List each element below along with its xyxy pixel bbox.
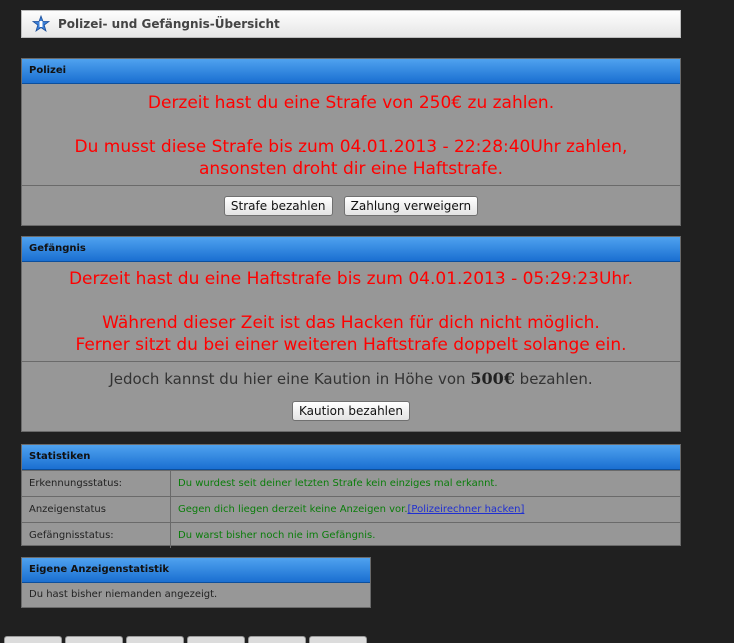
page-header: Polizei- und Gefängnis-Übersicht	[21, 10, 681, 38]
prison-status-label: Gefängnisstatus:	[22, 522, 171, 548]
table-row: Erkennungsstatus: Du wurdest seit deiner…	[22, 470, 680, 497]
reports-status-label: Anzeigenstatus	[22, 496, 171, 523]
prison-panel-heading: Gefängnis	[22, 237, 680, 262]
own-reports-text: Du hast bisher niemanden angezeigt.	[29, 589, 218, 600]
police-panel-heading: Polizei	[22, 59, 680, 84]
detection-status-value: Du wurdest seit deiner letzten Strafe ke…	[170, 470, 680, 497]
fine-warning-text: ansonsten droht dir eine Haftstrafe.	[198, 159, 504, 179]
stats-panel: Statistiken Erkennungsstatus: Du wurdest…	[21, 444, 681, 548]
bottom-tab-bar	[0, 636, 734, 643]
stats-panel-heading: Statistiken	[22, 445, 680, 470]
prison-panel: Gefängnis Derzeit hast du eine Haftstraf…	[21, 236, 681, 432]
hacking-blocked-text: Während dieser Zeit ist das Hacken für d…	[102, 313, 600, 333]
pay-fine-button[interactable]: Strafe bezahlen	[223, 196, 333, 216]
bottom-tab[interactable]	[4, 636, 62, 643]
fine-amount-text: Derzeit hast du eine Strafe von 250€ zu …	[147, 93, 555, 113]
bottom-tab[interactable]	[126, 636, 184, 643]
hack-police-computer-link[interactable]: [Polizeirechner hacken]	[408, 504, 525, 515]
detection-status-label: Erkennungsstatus:	[22, 470, 171, 497]
double-sentence-text: Ferner sitzt du bei einer weiteren Hafts…	[75, 335, 627, 355]
police-panel: Polizei Derzeit hast du eine Strafe von …	[21, 58, 681, 226]
police-message: Derzeit hast du eine Strafe von 250€ zu …	[22, 84, 680, 180]
bail-text-before: Jedoch kannst du hier eine Kaution in Hö…	[109, 370, 466, 388]
bail-text-after: bezahlen.	[519, 370, 593, 388]
bottom-tab[interactable]	[187, 636, 245, 643]
table-row: Anzeigenstatus Gegen dich liegen derzeit…	[22, 496, 680, 523]
reports-status-cell: Gegen dich liegen derzeit keine Anzeigen…	[170, 496, 680, 523]
own-reports-panel: Eigene Anzeigenstatistik Du hast bisher …	[21, 557, 371, 608]
prison-message: Derzeit hast du eine Haftstrafe bis zum …	[22, 262, 680, 356]
prison-status-value: Du warst bisher noch nie im Gefängnis.	[170, 522, 680, 548]
fine-deadline-text: Du musst diese Strafe bis zum 04.01.2013…	[74, 137, 628, 157]
own-reports-heading: Eigene Anzeigenstatistik	[22, 558, 370, 583]
bottom-tab[interactable]	[309, 636, 367, 643]
refuse-payment-button[interactable]: Zahlung verweigern	[343, 196, 479, 216]
bottom-tab[interactable]	[248, 636, 306, 643]
bottom-tab[interactable]	[65, 636, 123, 643]
reports-status-value: Gegen dich liegen derzeit keine Anzeigen…	[178, 504, 408, 515]
bail-offer-text: Jedoch kannst du hier eine Kaution in Hö…	[22, 362, 680, 388]
table-row: Gefängnisstatus: Du warst bisher noch ni…	[22, 522, 680, 548]
sentence-end-text: Derzeit hast du eine Haftstrafe bis zum …	[68, 269, 634, 289]
bail-amount: 500€	[470, 369, 515, 388]
star-badge-icon	[32, 15, 50, 33]
page-title: Polizei- und Gefängnis-Übersicht	[58, 17, 280, 31]
stats-table: Erkennungsstatus: Du wurdest seit deiner…	[22, 470, 680, 548]
pay-bail-button[interactable]: Kaution bezahlen	[292, 401, 410, 421]
